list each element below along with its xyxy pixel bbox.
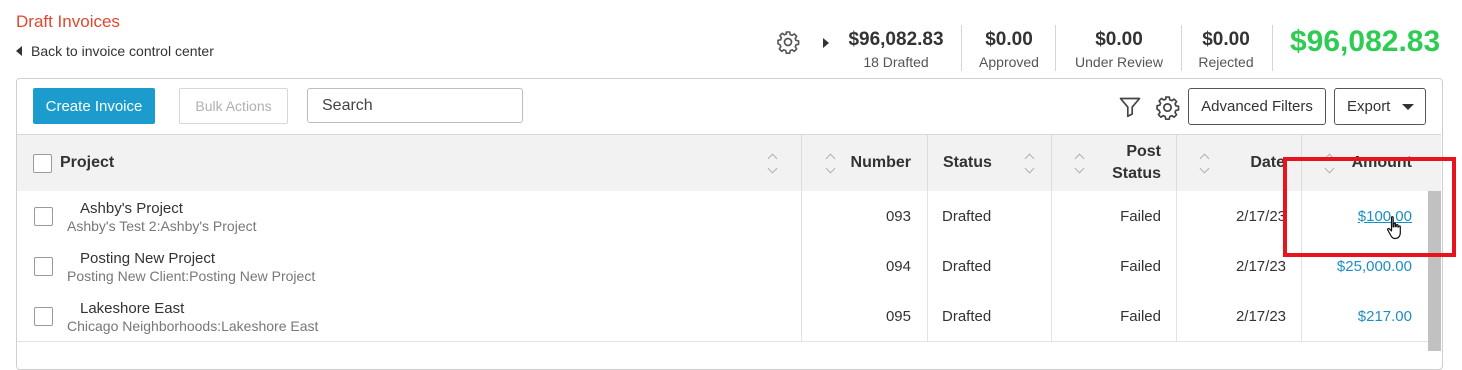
post-status: Failed [1120,257,1161,275]
search-input[interactable] [307,88,523,123]
hand-cursor-icon [1387,216,1401,240]
column-post-status-line2: Status [1112,165,1161,182]
summary-approved: $0.00 Approved [970,28,1048,72]
back-link[interactable]: Back to invoice control center [16,43,214,59]
invoice-status: Drafted [942,257,992,275]
approved-value: $0.00 [985,29,1033,50]
summary-divider [1272,25,1273,71]
summary-divider [1181,25,1182,71]
project-client: Posting New Client:Posting New Project [67,268,316,284]
table-row[interactable]: Ashby's Project Ashby's Test 2:Ashby's P… [17,191,1428,242]
export-label: Export [1347,98,1391,115]
column-number-label: Number [850,154,911,171]
under-review-label: Under Review [1075,54,1163,70]
column-project[interactable]: Project [33,135,800,191]
filter-icon[interactable] [1118,95,1142,119]
invoice-status: Drafted [942,207,992,225]
drafted-value: $96,082.83 [848,29,944,50]
chevron-left-icon [16,46,22,56]
gear-icon[interactable] [776,30,800,54]
invoice-date: 2/17/23 [1235,207,1286,225]
sort-icon[interactable] [825,153,836,173]
invoice-date: 2/17/23 [1235,257,1286,275]
highlight-box [1283,157,1456,257]
column-status[interactable]: Status [928,135,1051,191]
post-status: Failed [1120,207,1161,225]
bulk-actions-button[interactable]: Bulk Actions [179,88,288,124]
row-checkbox[interactable] [34,307,53,326]
rejected-value: $0.00 [1202,29,1250,50]
chevron-right-icon[interactable] [823,38,829,48]
column-post-status-line1: Post [1126,143,1161,160]
invoice-status: Drafted [942,307,992,325]
rejected-label: Rejected [1198,54,1254,70]
drafted-label: 18 Drafted [863,54,929,70]
invoice-date: 2/17/23 [1235,307,1286,325]
summary-drafted: $96,082.83 18 Drafted [842,28,950,72]
caret-down-icon [1402,104,1414,110]
post-status: Failed [1120,307,1161,325]
table-row[interactable]: Lakeshore East Chicago Neighborhoods:Lak… [17,291,1428,342]
column-post-status-label: Post Status [1112,141,1161,185]
invoice-number: 093 [885,207,911,225]
invoice-number: 094 [885,257,911,275]
sort-icon[interactable] [1199,153,1210,173]
sort-icon[interactable] [1024,153,1035,173]
column-status-label: Status [943,154,992,171]
sort-icon[interactable] [767,153,778,173]
under-review-value: $0.00 [1095,29,1143,50]
project-client: Ashby's Test 2:Ashby's Project [67,218,257,234]
invoice-number: 095 [885,307,911,325]
project-name[interactable]: Posting New Project [80,250,215,267]
advanced-filters-button[interactable]: Advanced Filters [1188,88,1326,125]
column-divider [927,291,928,341]
project-name[interactable]: Ashby's Project [80,200,183,217]
table-header: Project Number Status Post Status Date A… [17,134,1441,192]
summary-rejected: $0.00 Rejected [1188,28,1264,72]
create-invoice-button[interactable]: Create Invoice [33,88,155,124]
export-button[interactable]: Export [1334,88,1426,125]
row-checkbox[interactable] [34,207,53,226]
invoice-amount-link[interactable]: $217.00 [1302,291,1412,341]
column-divider [927,191,928,241]
table-row[interactable]: Posting New Project Posting New Client:P… [17,241,1428,292]
column-project-label: Project [60,154,115,171]
approved-label: Approved [979,54,1039,70]
page-title: Draft Invoices [16,12,120,31]
summary-under-review: $0.00 Under Review [1064,28,1174,72]
row-checkbox[interactable] [34,257,53,276]
gear-icon[interactable] [1155,95,1180,120]
back-link-label: Back to invoice control center [31,43,214,59]
project-name[interactable]: Lakeshore East [80,300,184,317]
summary-divider [1055,25,1056,71]
sort-icon[interactable] [1074,153,1085,173]
column-date-label: Date [1250,154,1285,171]
column-post-status[interactable]: Post Status [1052,135,1177,191]
column-divider [927,241,928,291]
project-client: Chicago Neighborhoods:Lakeshore East [67,318,319,334]
summary-divider [961,25,962,71]
grand-total: $96,082.83 [1290,25,1441,58]
select-all-checkbox[interactable] [33,153,52,173]
column-number[interactable]: Number [802,135,928,191]
